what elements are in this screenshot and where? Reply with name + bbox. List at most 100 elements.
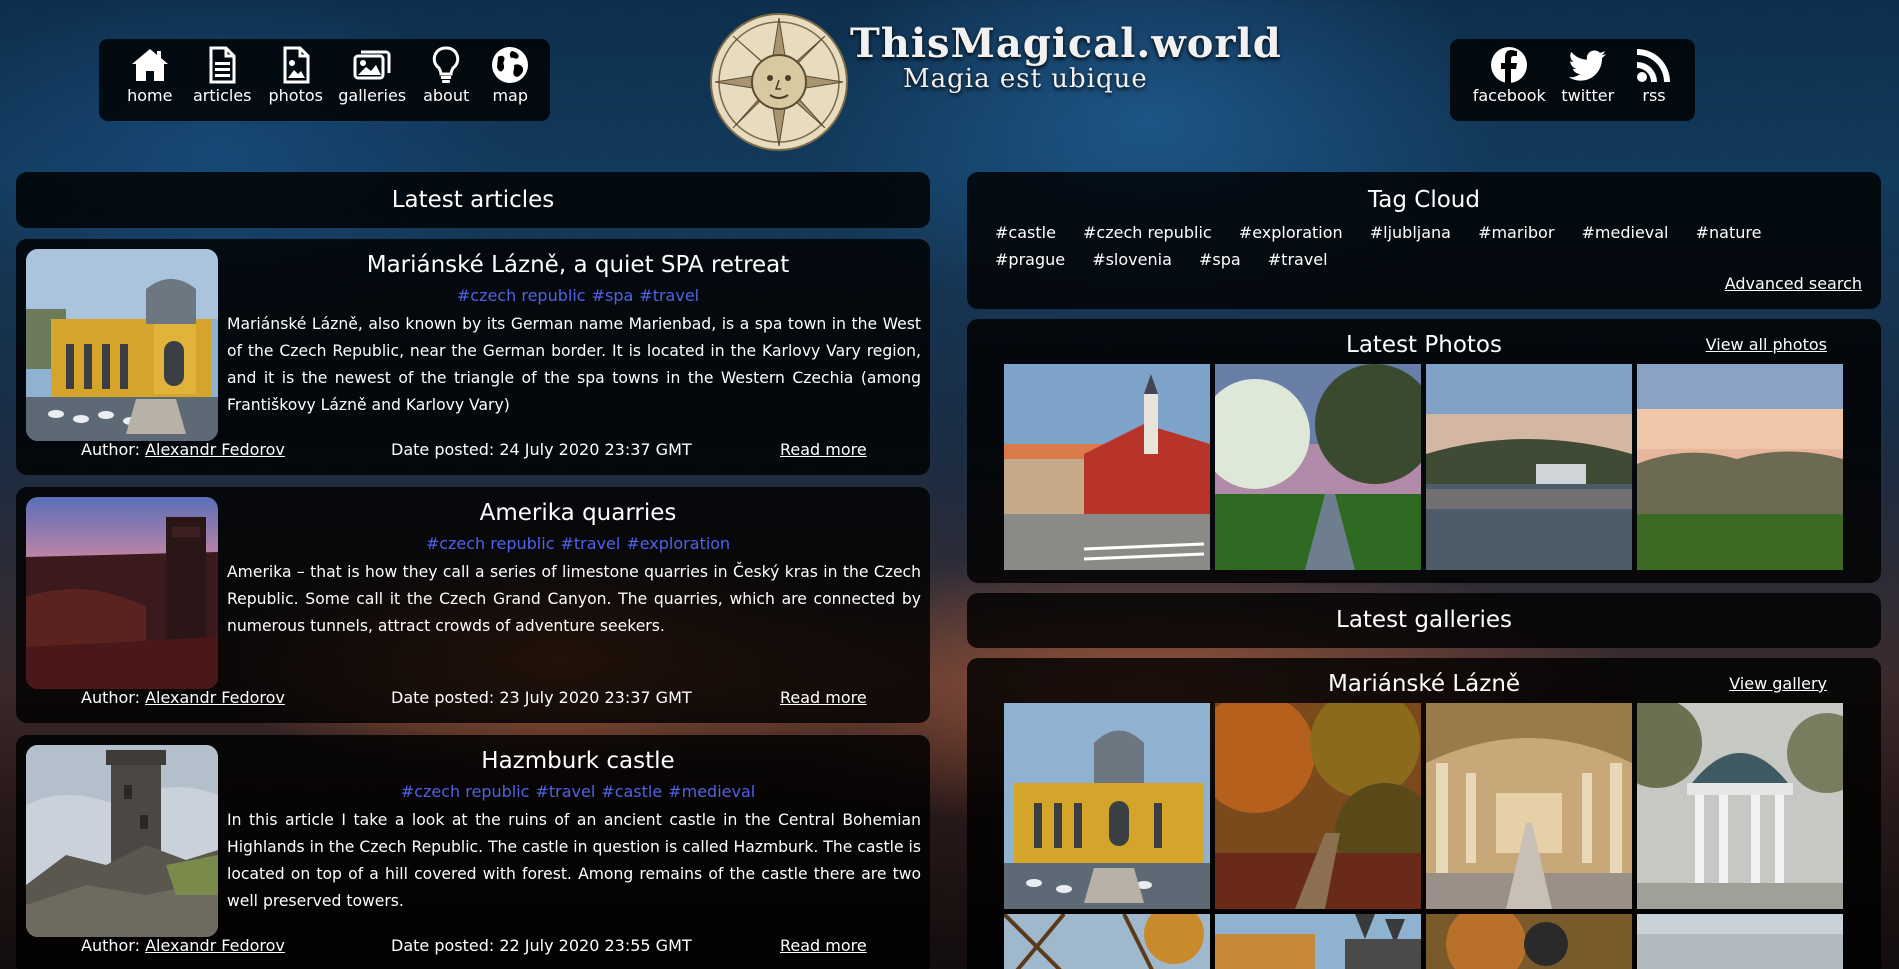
sun-logo-icon[interactable] — [709, 12, 849, 152]
rss-icon — [1637, 49, 1671, 82]
photo-thumbnail[interactable] — [1426, 364, 1632, 570]
tag-link[interactable]: #maribor — [1478, 223, 1554, 242]
article-excerpt: In this article I take a look at the rui… — [227, 811, 921, 910]
tag-link[interactable]: #travel — [639, 286, 699, 305]
author-label: Author: — [81, 936, 140, 955]
article-card: Hazmburk castle #czech republic #travel #c… — [16, 735, 930, 969]
latest-galleries-title: Latest galleries — [1336, 607, 1512, 633]
article-date: Date posted: 24 July 2020 23:37 GMT — [391, 440, 692, 459]
nav-galleries[interactable]: galleries — [332, 45, 411, 121]
gallery-thumbnail[interactable] — [1215, 914, 1421, 969]
tag-link[interactable]: #castle — [995, 223, 1056, 242]
author-label: Author: — [81, 440, 140, 459]
latest-photos-panel: Latest Photos View all photos — [967, 319, 1881, 583]
lightbulb-icon — [432, 46, 460, 83]
author-link[interactable]: Alexandr Fedorov — [145, 440, 285, 459]
gallery-thumbnail[interactable] — [1215, 703, 1421, 909]
article-excerpt: Amerika – that is how they call a series… — [227, 563, 921, 635]
social-rss[interactable]: rss — [1627, 45, 1681, 121]
tag-link[interactable]: #prague — [995, 250, 1065, 269]
social-label: twitter — [1561, 86, 1615, 105]
tag-cloud-title: Tag Cloud — [1368, 187, 1480, 213]
read-more-link[interactable]: Read more — [780, 688, 867, 707]
gallery-row — [1004, 703, 1843, 909]
social-label: rss — [1642, 86, 1666, 105]
nav-photos[interactable]: photos — [259, 45, 332, 121]
view-gallery-link[interactable]: View gallery — [1729, 674, 1827, 693]
read-more-link[interactable]: Read more — [780, 440, 867, 459]
article-title[interactable]: Amerika quarries — [226, 500, 930, 526]
tag-link[interactable]: #czech republic — [426, 534, 555, 553]
tag-link[interactable]: #medieval — [668, 782, 755, 801]
nav-label: home — [127, 86, 173, 105]
gallery-thumbnail[interactable] — [1426, 914, 1632, 969]
author-label: Author: — [81, 688, 140, 707]
tag-link[interactable]: #czech republic — [457, 286, 586, 305]
author-link[interactable]: Alexandr Fedorov — [145, 688, 285, 707]
article-title[interactable]: Hazmburk castle — [226, 748, 930, 774]
gallery-thumbnail[interactable] — [1004, 914, 1210, 969]
tag-link[interactable]: #slovenia — [1092, 250, 1172, 269]
article-tags: #czech republic #spa #travel — [226, 286, 930, 305]
social-label: facebook — [1472, 86, 1546, 105]
gallery-thumbnail[interactable] — [1637, 914, 1843, 969]
article-title[interactable]: Mariánské Lázně, a quiet SPA retreat — [226, 252, 930, 278]
tag-link[interactable]: #travel — [1268, 250, 1328, 269]
tag-link[interactable]: #medieval — [1582, 223, 1669, 242]
gallery-thumbnail[interactable] — [1426, 703, 1632, 909]
nav-label: galleries — [338, 86, 407, 105]
tag-link[interactable]: #czech republic — [1083, 223, 1212, 242]
read-more-link[interactable]: Read more — [780, 936, 867, 955]
article-card: Mariánské Lázně, a quiet SPA retreat #cz… — [16, 239, 930, 475]
nav-label: articles — [192, 86, 252, 105]
nav-home[interactable]: home — [114, 45, 186, 121]
social-twitter[interactable]: twitter — [1549, 45, 1628, 121]
tag-link[interactable]: #spa — [1199, 250, 1241, 269]
author-link[interactable]: Alexandr Fedorov — [145, 936, 285, 955]
tag-cloud-panel: Tag Cloud #castle #czech republic #explo… — [967, 172, 1881, 309]
tag-cloud-list: #castle #czech republic #exploration #lj… — [995, 219, 1821, 273]
tag-link[interactable]: #castle — [601, 782, 662, 801]
view-all-photos-link[interactable]: View all photos — [1706, 335, 1827, 354]
article-author: Author: Alexandr Fedorov — [81, 440, 285, 459]
article-date: Date posted: 22 July 2020 23:55 GMT — [391, 936, 692, 955]
article-tags: #czech republic #travel #exploration — [226, 534, 930, 553]
nav-map[interactable]: map — [480, 45, 540, 121]
site-subtitle: Magia est ubique — [903, 64, 1148, 94]
article-meta: Author: Alexandr Fedorov Date posted: 22… — [16, 936, 930, 962]
site-title[interactable]: ThisMagical.world — [850, 20, 1282, 67]
nav-about[interactable]: about — [412, 45, 481, 121]
tag-link[interactable]: #spa — [592, 286, 634, 305]
tag-link[interactable]: #nature — [1696, 223, 1762, 242]
latest-galleries-header: Latest galleries — [967, 593, 1881, 648]
twitter-icon — [1568, 50, 1606, 81]
latest-articles-header: Latest articles — [16, 172, 930, 228]
advanced-search-link[interactable]: Advanced search — [1725, 274, 1862, 293]
tag-link[interactable]: #czech republic — [401, 782, 530, 801]
gallery-thumbnail[interactable] — [1637, 703, 1843, 909]
social-facebook[interactable]: facebook — [1470, 45, 1549, 121]
tag-link[interactable]: #travel — [535, 782, 595, 801]
photo-thumbnail[interactable] — [1004, 364, 1210, 570]
facebook-icon — [1491, 47, 1528, 83]
article-thumbnail[interactable] — [26, 249, 218, 441]
photos-row — [1004, 364, 1843, 570]
globe-icon — [492, 47, 529, 83]
nav-articles[interactable]: articles — [186, 45, 259, 121]
gallery-panel: Mariánské Lázně View gallery — [967, 658, 1881, 969]
article-thumbnail[interactable] — [26, 497, 218, 689]
document-icon — [209, 46, 236, 84]
tag-link[interactable]: #exploration — [626, 534, 730, 553]
photo-thumbnail[interactable] — [1215, 364, 1421, 570]
photo-thumbnail[interactable] — [1637, 364, 1843, 570]
nav-label: photos — [268, 86, 323, 105]
tag-link[interactable]: #ljubljana — [1370, 223, 1451, 242]
main-nav: home articles photos galleries about map — [99, 39, 550, 121]
article-meta: Author: Alexandr Fedorov Date posted: 23… — [16, 688, 930, 714]
gallery-thumbnail[interactable] — [1004, 703, 1210, 909]
article-author: Author: Alexandr Fedorov — [81, 936, 285, 955]
article-thumbnail[interactable] — [26, 745, 218, 937]
tag-link[interactable]: #exploration — [1239, 223, 1343, 242]
tag-link[interactable]: #travel — [561, 534, 621, 553]
images-icon — [353, 50, 391, 80]
